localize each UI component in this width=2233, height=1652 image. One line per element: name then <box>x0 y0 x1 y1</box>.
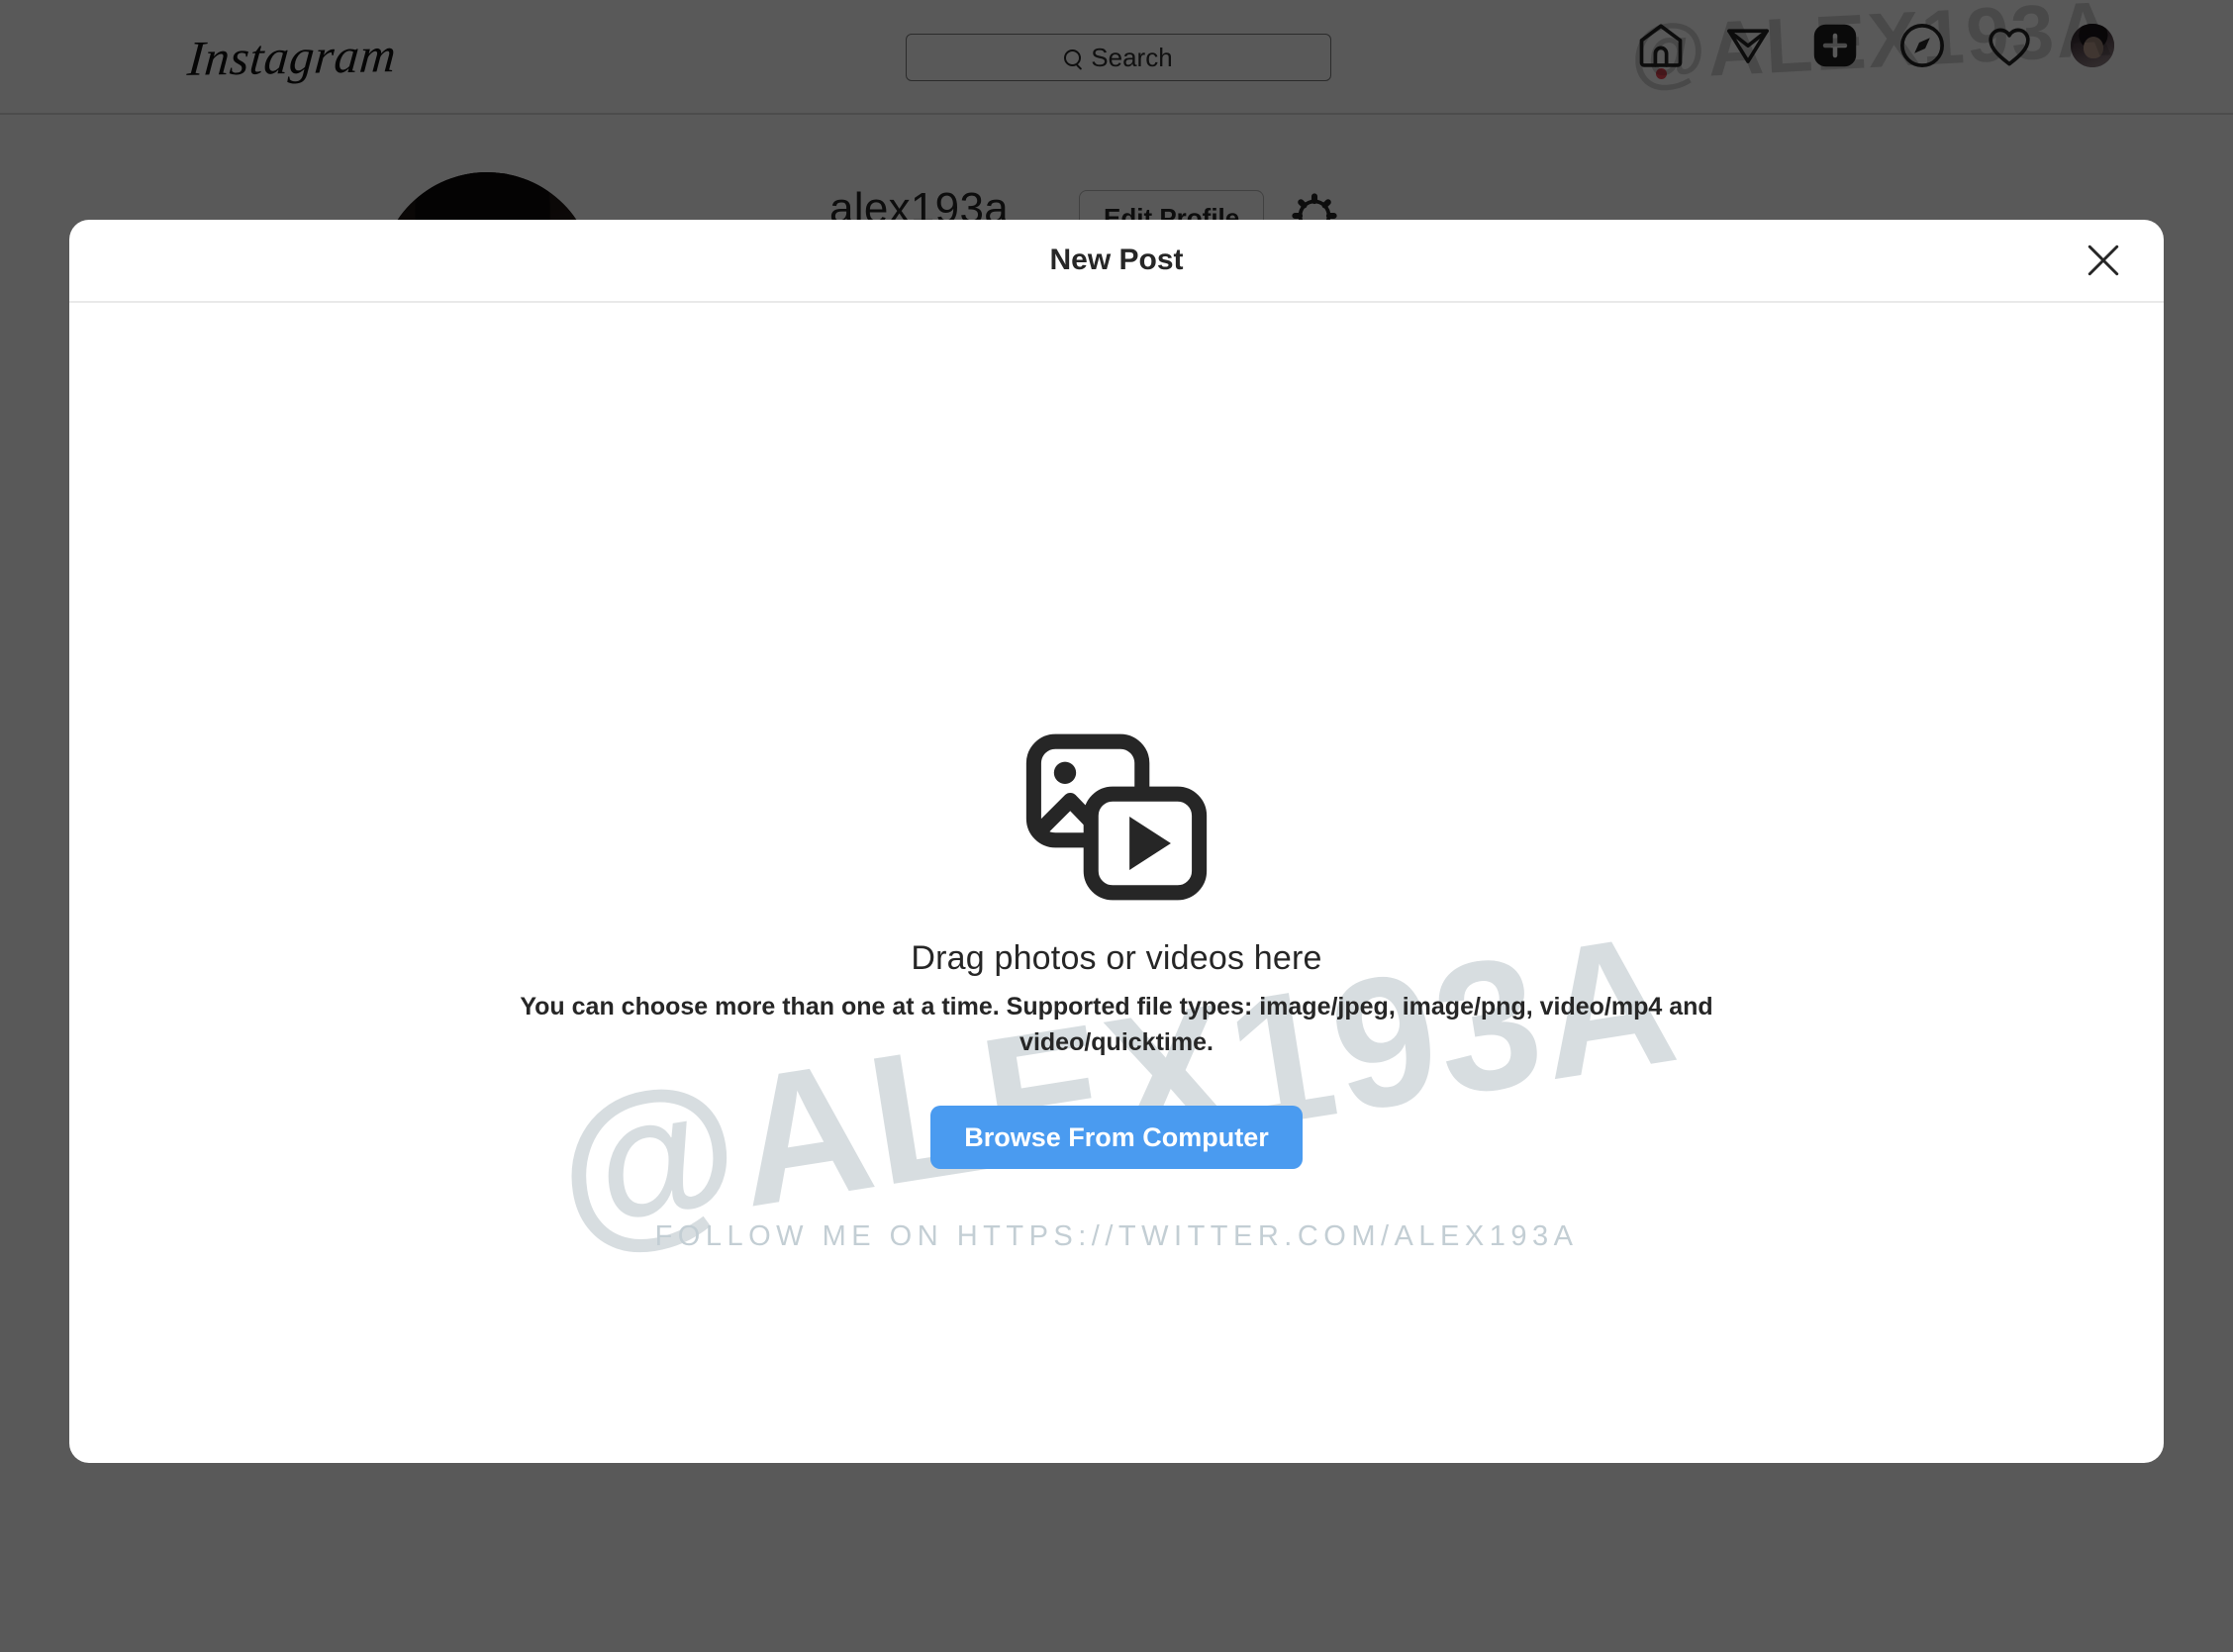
dropzone-heading: Drag photos or videos here <box>911 939 1322 977</box>
photo-video-icon <box>1022 730 1211 904</box>
close-icon[interactable] <box>2077 234 2130 287</box>
footer-note: FOLLOW ME ON HTTPS://TWITTER.COM/ALEX193… <box>654 1220 1579 1253</box>
modal-body: @ALEX193A Drag photos or videos here You… <box>69 303 2164 1463</box>
browse-from-computer-button[interactable]: Browse From Computer <box>930 1106 1303 1170</box>
modal-title: New Post <box>1049 243 1184 276</box>
new-post-modal: New Post @ALEX193A Drag photos or videos… <box>69 220 2164 1463</box>
instagram-new-post-screen: Instagram Search <box>0 0 2233 1652</box>
media-dropzone[interactable]: Drag photos or videos here You can choos… <box>69 303 2164 1253</box>
modal-header: New Post <box>69 220 2164 303</box>
dropzone-description: You can choose more than one at a time. … <box>520 993 1713 1056</box>
